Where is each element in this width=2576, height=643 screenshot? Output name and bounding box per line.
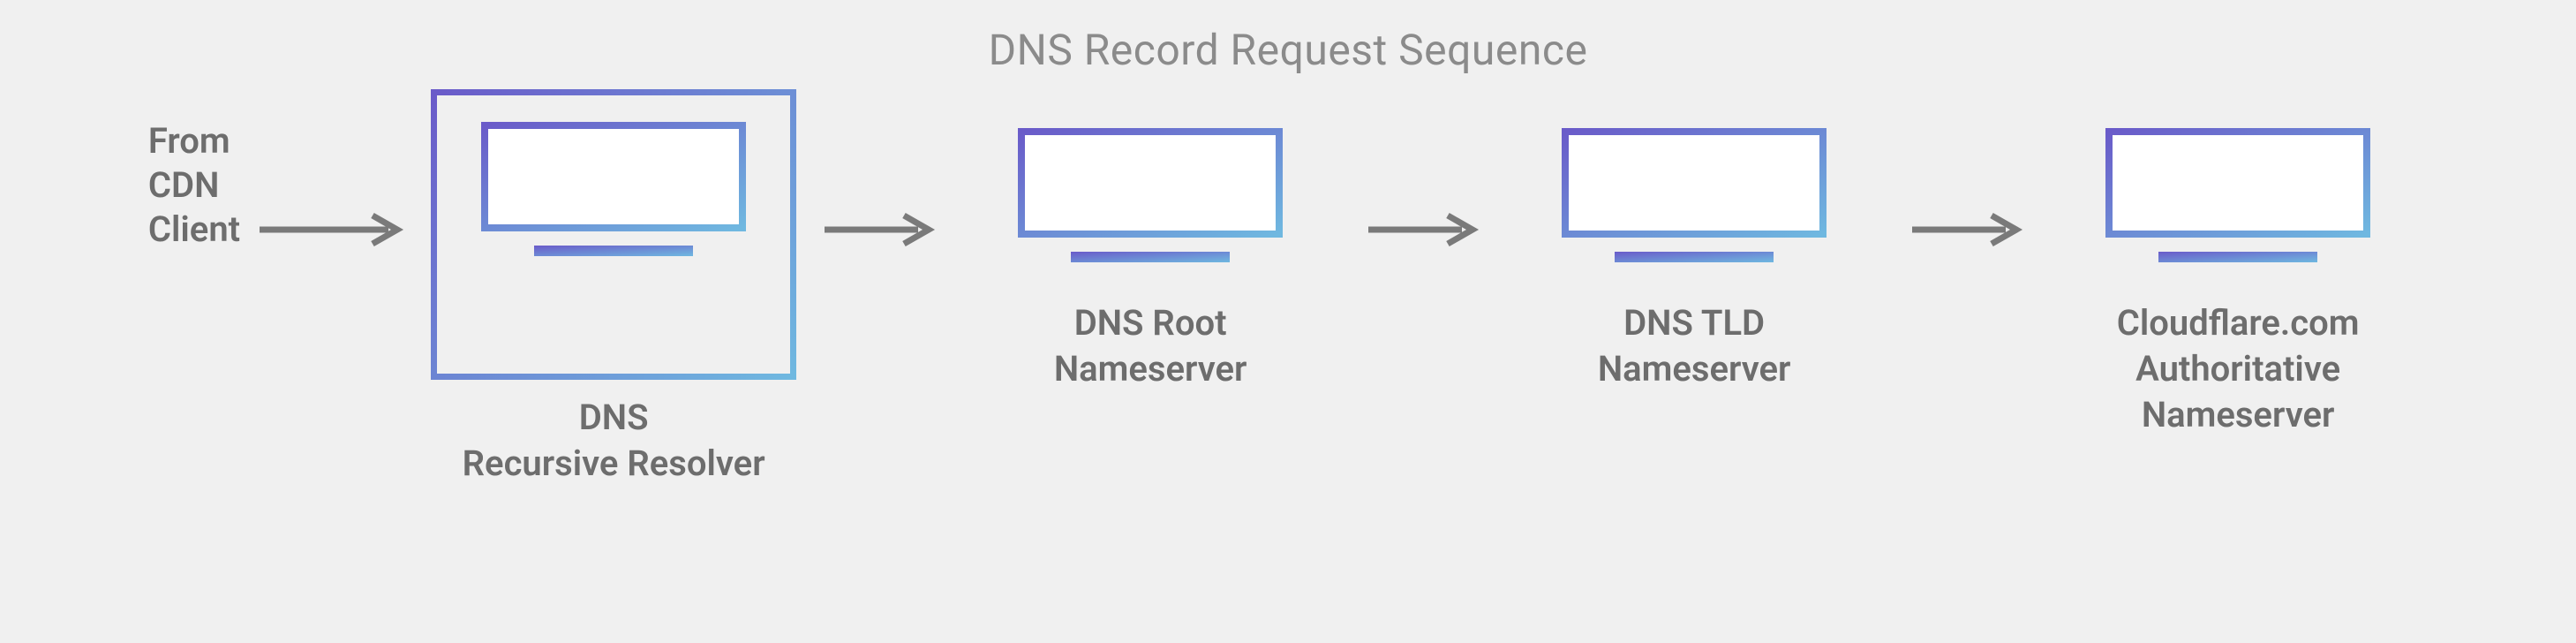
diagram-title: DNS Record Request Sequence: [0, 0, 2576, 75]
node-recursive-resolver: DNS Recursive Resolver: [431, 89, 796, 380]
node-root-nameserver: DNS Root Nameserver: [960, 128, 1340, 392]
server-icon: [2105, 128, 2370, 265]
diagram-flow: From CDN Client: [0, 128, 2576, 438]
source-label: From CDN Client: [148, 119, 240, 252]
node-label: DNS Recursive Resolver: [393, 395, 834, 487]
node-label: DNS Root Nameserver: [1054, 300, 1247, 392]
server-icon: [1562, 128, 1827, 265]
arrow-icon: [821, 212, 936, 247]
node-tld-nameserver: DNS TLD Nameserver: [1504, 128, 1884, 392]
node-label: Cloudflare.com Authoritative Nameserver: [2117, 300, 2360, 438]
flow-arrow: [1909, 128, 2023, 331]
arrow-icon: [1909, 212, 2023, 247]
flow-arrow: [256, 128, 406, 331]
server-icon: [1018, 128, 1283, 265]
highlight-box: DNS Recursive Resolver: [431, 89, 796, 380]
node-authoritative-nameserver: Cloudflare.com Authoritative Nameserver: [2048, 128, 2428, 438]
node-label: DNS TLD Nameserver: [1598, 300, 1791, 392]
arrow-icon: [256, 212, 406, 247]
server-icon: [481, 122, 746, 259]
arrow-icon: [1365, 212, 1480, 247]
flow-arrow: [821, 128, 936, 331]
flow-arrow: [1365, 128, 1480, 331]
